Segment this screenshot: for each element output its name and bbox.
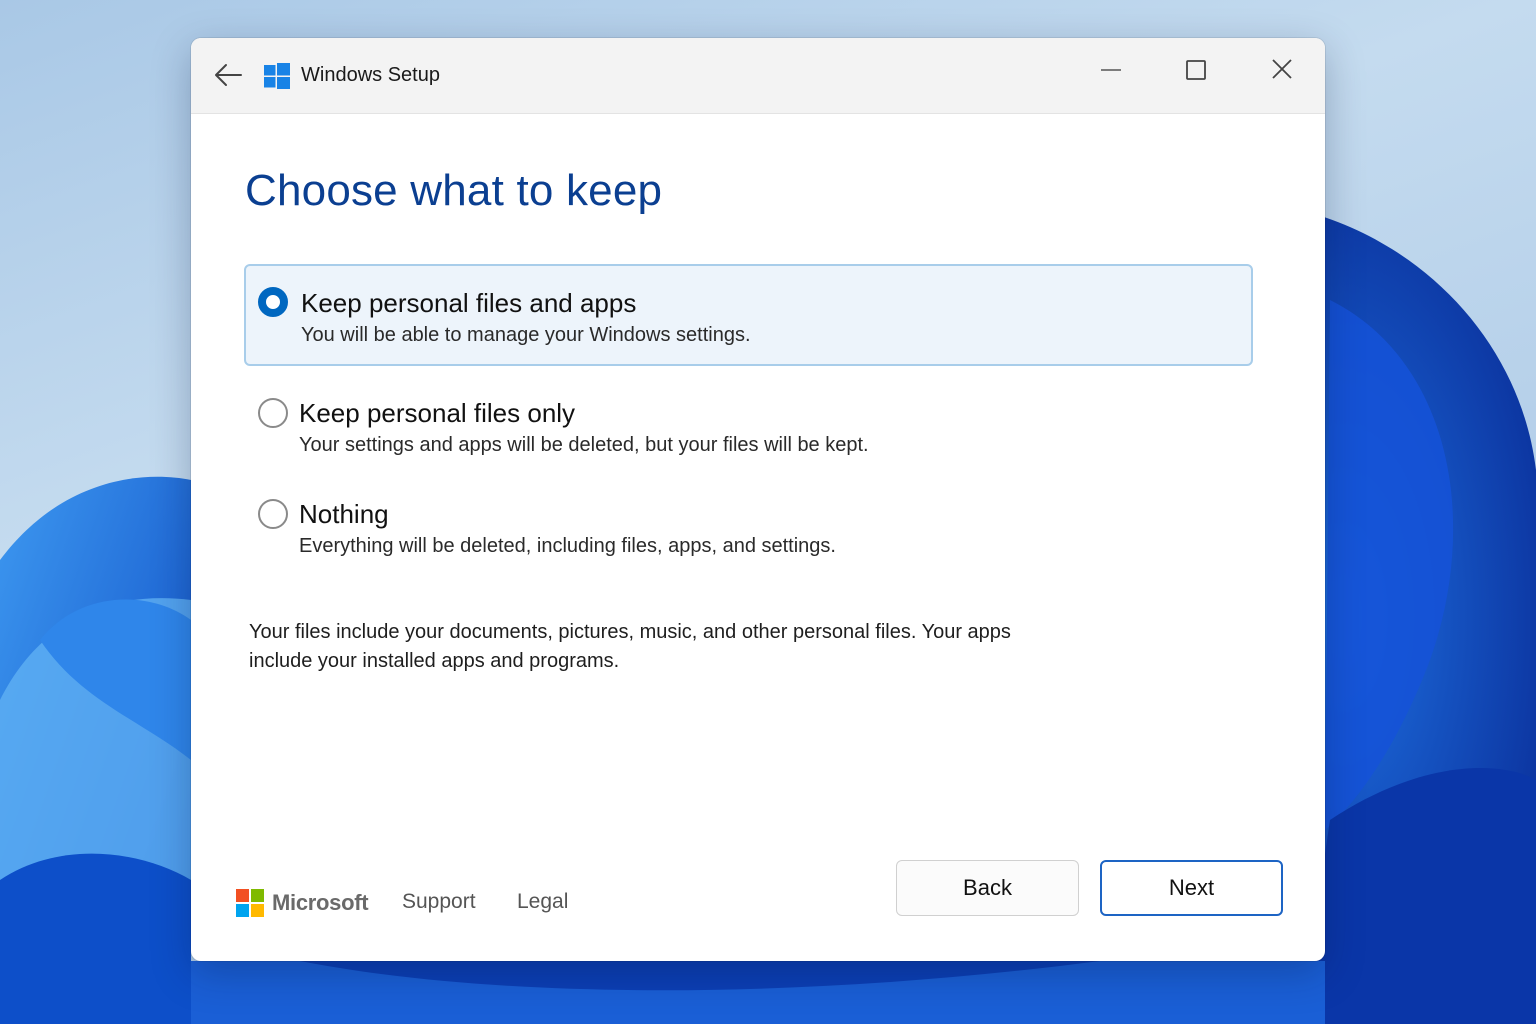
info-line: Your files include your documents, pictu…: [249, 621, 1011, 643]
next-button[interactable]: Next: [1100, 860, 1283, 916]
page-title: Choose what to keep: [245, 166, 663, 215]
microsoft-brand: Microsoft: [236, 888, 369, 918]
option-label: Keep personal files only: [299, 398, 576, 428]
title-bar: Windows Setup: [191, 38, 1325, 114]
close-icon[interactable]: [1259, 54, 1305, 94]
info-line: include your installed apps and programs…: [249, 650, 620, 672]
legal-link[interactable]: Legal: [517, 890, 568, 914]
option-label: Nothing: [299, 499, 389, 529]
radio-button[interactable]: [258, 398, 288, 428]
setup-window: Windows Setup Choose what to keep Keep p…: [191, 38, 1325, 961]
option-keep-files-only[interactable]: Keep personal files only Your settings a…: [244, 375, 1253, 477]
back-button[interactable]: Back: [896, 860, 1079, 916]
option-description: You will be able to manage your Windows …: [301, 324, 751, 346]
option-label: Keep personal files and apps: [301, 288, 637, 318]
arrow-left-icon[interactable]: [213, 62, 243, 88]
windows-logo-icon: [264, 63, 290, 89]
option-description: Your settings and apps will be deleted, …: [299, 434, 869, 456]
radio-button[interactable]: [258, 499, 288, 529]
maximize-icon[interactable]: [1173, 54, 1219, 94]
option-keep-files-and-apps[interactable]: Keep personal files and apps You will be…: [244, 264, 1253, 366]
microsoft-logo-icon: [236, 889, 264, 917]
minimize-icon[interactable]: [1088, 54, 1134, 94]
info-text: Your files include your documents, pictu…: [249, 618, 1069, 676]
window-title: Windows Setup: [301, 64, 440, 86]
option-nothing[interactable]: Nothing Everything will be deleted, incl…: [244, 476, 1253, 578]
option-description: Everything will be deleted, including fi…: [299, 535, 836, 557]
support-link[interactable]: Support: [402, 890, 476, 914]
radio-button[interactable]: [258, 287, 288, 317]
brand-name: Microsoft: [272, 890, 369, 915]
